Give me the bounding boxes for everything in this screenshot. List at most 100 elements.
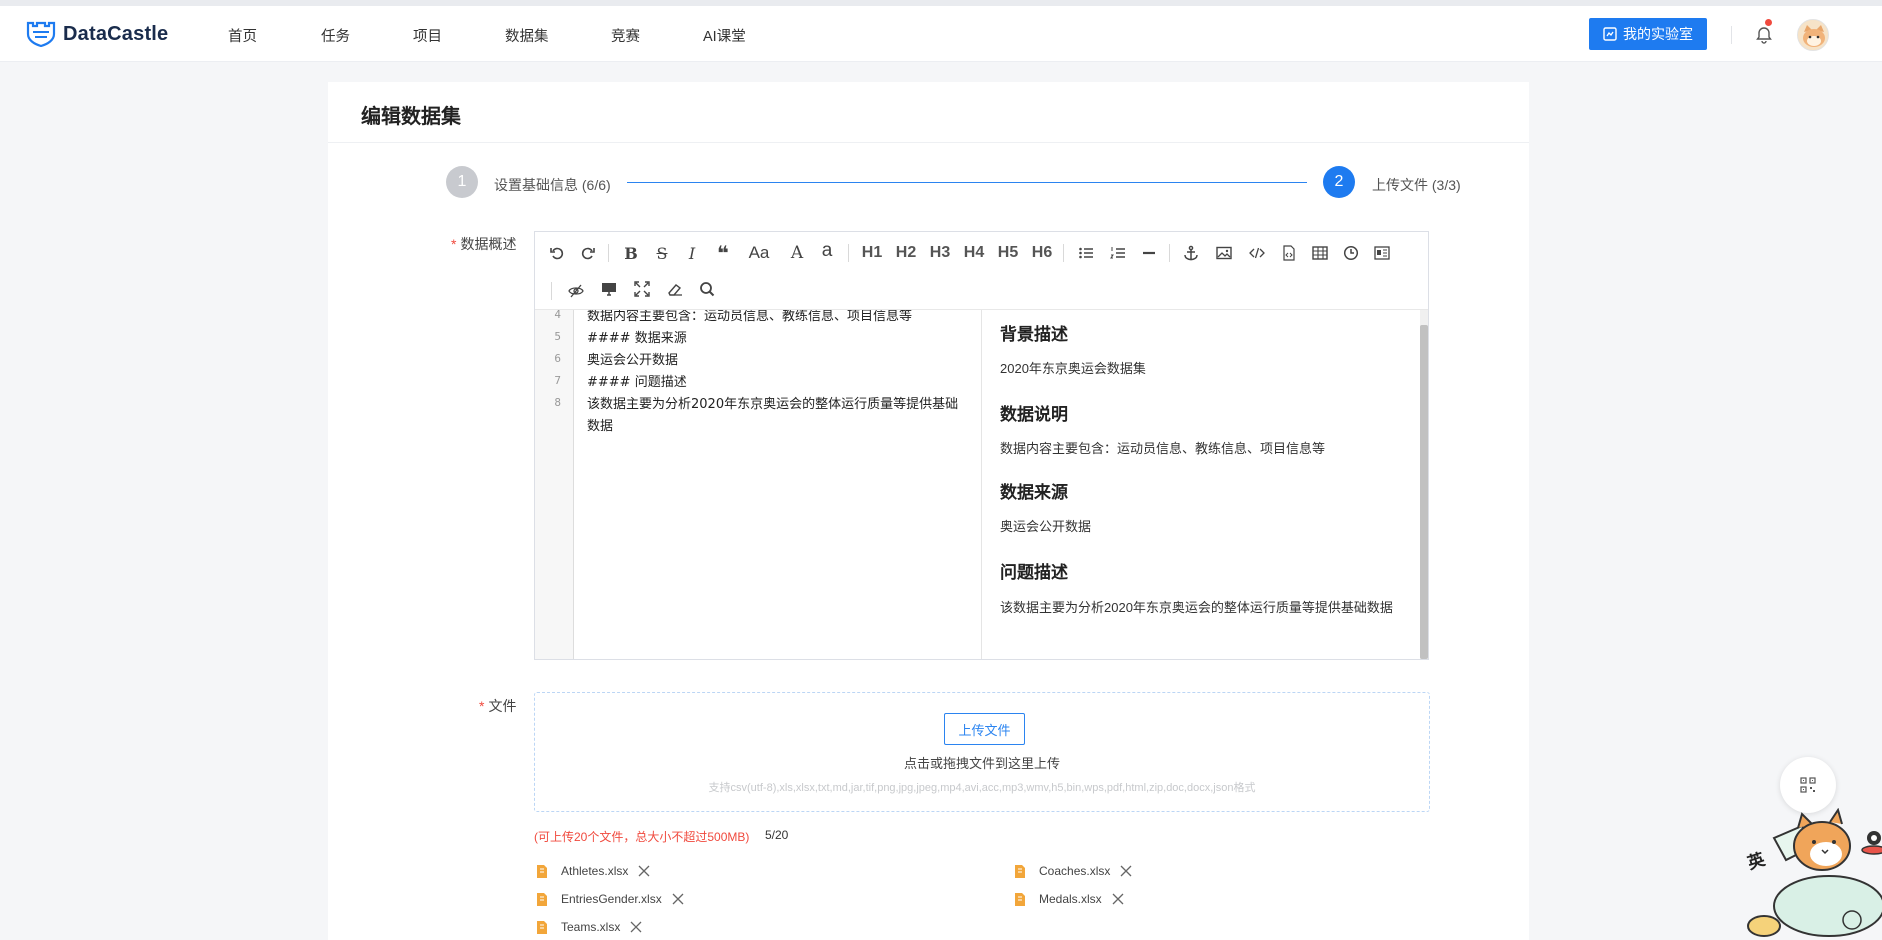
line-number: 5 bbox=[554, 330, 561, 343]
heading-2-icon[interactable]: H2 bbox=[891, 240, 921, 266]
markdown-source-pane[interactable]: 数据内容主要包含：运动员信息、教练信息、项目信息等 #### 数据来源 奥运会公… bbox=[575, 310, 982, 659]
preview-paragraph-problem: 该数据主要为分析2020年东京奥运会的整体运行质量等提供基础数据 bbox=[1000, 600, 1393, 615]
editor-toolbar: B S I ❝ Aa A a H1 H2 H3 H4 H5 H6 bbox=[535, 232, 1428, 310]
preview-paragraph-source: 奥运会公开数据 bbox=[1000, 519, 1092, 534]
line-number: 7 bbox=[554, 374, 561, 387]
heading-3-icon[interactable]: H3 bbox=[925, 240, 955, 266]
top-navbar: DataCastle 首页 任务 项目 数据集 竞赛 AI课堂 我的实验室 bbox=[0, 6, 1882, 62]
mascot-assistant[interactable]: 英 bbox=[1734, 807, 1882, 940]
clear-eraser-icon[interactable] bbox=[662, 276, 688, 302]
heading-4-icon[interactable]: H4 bbox=[959, 240, 989, 266]
bold-icon[interactable]: B bbox=[618, 240, 644, 266]
anchor-icon[interactable] bbox=[1178, 240, 1204, 266]
brand-logo[interactable]: DataCastle bbox=[26, 20, 168, 48]
toolbar-separator bbox=[1063, 244, 1064, 262]
file-icon bbox=[537, 864, 547, 878]
lowercase-icon[interactable]: a bbox=[814, 238, 840, 264]
file-name: EntriesGender.xlsx bbox=[561, 892, 662, 906]
nav-item-ai-class[interactable]: AI课堂 bbox=[703, 25, 746, 46]
font-case-icon[interactable]: Aa bbox=[742, 240, 776, 266]
file-item: Medals.xlsx bbox=[1015, 890, 1125, 908]
remove-file-icon[interactable] bbox=[629, 920, 643, 934]
line-number-gutter: 4 5 6 7 8 bbox=[535, 310, 574, 659]
heading-6-icon[interactable]: H6 bbox=[1027, 240, 1057, 266]
hide-preview-icon[interactable] bbox=[563, 278, 589, 304]
step-1-label: 设置基础信息 (6/6) bbox=[494, 177, 611, 193]
file-item: Teams.xlsx bbox=[537, 918, 643, 936]
nav-item-tasks[interactable]: 任务 bbox=[321, 25, 350, 46]
title-divider bbox=[328, 142, 1529, 143]
code-line: #### 数据来源 bbox=[587, 331, 687, 346]
step-2-circle: 2 bbox=[1323, 166, 1355, 198]
nav-item-competitions[interactable]: 竞赛 bbox=[611, 25, 640, 46]
remove-file-icon[interactable] bbox=[671, 892, 685, 906]
brand-name: DataCastle bbox=[63, 22, 169, 45]
file-count: 5/20 bbox=[765, 828, 789, 842]
italic-icon[interactable]: I bbox=[679, 240, 705, 266]
file-item: Coaches.xlsx bbox=[1015, 862, 1133, 880]
file-name: Teams.xlsx bbox=[561, 920, 621, 934]
code-icon[interactable] bbox=[1244, 240, 1270, 266]
remove-file-icon[interactable] bbox=[1111, 892, 1125, 906]
strikethrough-icon[interactable]: S bbox=[649, 240, 675, 266]
image-icon[interactable] bbox=[1211, 240, 1237, 266]
redo-icon[interactable] bbox=[575, 240, 601, 266]
table-icon[interactable] bbox=[1307, 240, 1333, 266]
preview-scrollbar-thumb[interactable] bbox=[1420, 325, 1428, 659]
toolbar-separator bbox=[551, 282, 552, 300]
file-dropzone[interactable]: 上传文件 点击或拖拽文件到这里上传 支持csv(utf-8),xls,xlsx,… bbox=[534, 692, 1430, 812]
code-line: 奥运会公开数据 bbox=[587, 353, 679, 368]
step-2-label: 上传文件 (3/3) bbox=[1372, 177, 1461, 193]
code-block-icon[interactable] bbox=[1276, 240, 1302, 266]
markdown-editor: B S I ❝ Aa A a H1 H2 H3 H4 H5 H6 4 5 6 7… bbox=[534, 231, 1429, 660]
html-entities-icon[interactable] bbox=[1369, 240, 1395, 266]
user-avatar[interactable] bbox=[1797, 19, 1829, 51]
overview-field-label: * 数据概述 bbox=[451, 234, 516, 254]
nav-item-projects[interactable]: 项目 bbox=[413, 25, 442, 46]
cat-mascot-icon bbox=[1747, 807, 1882, 937]
bullet-list-icon[interactable] bbox=[1073, 240, 1099, 266]
file-item: EntriesGender.xlsx bbox=[537, 890, 685, 908]
datetime-icon[interactable] bbox=[1338, 240, 1364, 266]
required-mark: * bbox=[451, 236, 457, 252]
my-lab-button[interactable]: 我的实验室 bbox=[1589, 18, 1707, 50]
step-connector bbox=[627, 182, 1307, 183]
preview-heading-problem: 问题描述 bbox=[1000, 563, 1068, 582]
step-1-circle: 1 bbox=[446, 166, 478, 198]
cat-avatar-icon bbox=[1798, 20, 1828, 50]
file-icon bbox=[1015, 892, 1025, 906]
qr-code-button[interactable] bbox=[1780, 757, 1836, 813]
preview-heading-source: 数据来源 bbox=[1000, 483, 1068, 502]
ordered-list-icon[interactable] bbox=[1105, 240, 1131, 266]
toolbar-separator bbox=[1169, 244, 1170, 262]
upload-file-button[interactable]: 上传文件 bbox=[944, 713, 1025, 745]
undo-icon[interactable] bbox=[544, 240, 570, 266]
qr-code-icon bbox=[1800, 777, 1816, 793]
line-number: 8 bbox=[554, 396, 561, 409]
preview-icon[interactable] bbox=[596, 276, 622, 302]
remove-file-icon[interactable] bbox=[1119, 864, 1133, 878]
line-number: 4 bbox=[554, 310, 561, 321]
search-icon[interactable] bbox=[694, 276, 720, 302]
required-mark: * bbox=[479, 698, 485, 714]
nav-divider bbox=[1731, 26, 1732, 44]
heading-1-icon[interactable]: H1 bbox=[857, 240, 887, 266]
remove-file-icon[interactable] bbox=[637, 864, 651, 878]
overview-label-text: 数据概述 bbox=[460, 236, 517, 252]
file-icon bbox=[1015, 864, 1025, 878]
nav-item-datasets[interactable]: 数据集 bbox=[505, 25, 549, 46]
preview-heading-description: 数据说明 bbox=[1000, 405, 1068, 424]
code-line: 数据 bbox=[587, 419, 614, 434]
file-item: Athletes.xlsx bbox=[537, 862, 651, 880]
nav-item-home[interactable]: 首页 bbox=[228, 25, 257, 46]
toolbar-separator bbox=[608, 244, 609, 262]
quote-icon[interactable]: ❝ bbox=[710, 240, 736, 266]
preview-paragraph-background: 2020年东京奥运会数据集 bbox=[1000, 361, 1146, 376]
dropzone-instruction: 点击或拖拽文件到这里上传 bbox=[903, 756, 1060, 771]
uppercase-icon[interactable]: A bbox=[784, 240, 810, 266]
fullscreen-icon[interactable] bbox=[629, 276, 655, 302]
notification-dot bbox=[1765, 19, 1772, 26]
horizontal-rule-icon[interactable] bbox=[1136, 240, 1162, 266]
heading-5-icon[interactable]: H5 bbox=[993, 240, 1023, 266]
bell-icon[interactable] bbox=[1754, 25, 1774, 45]
